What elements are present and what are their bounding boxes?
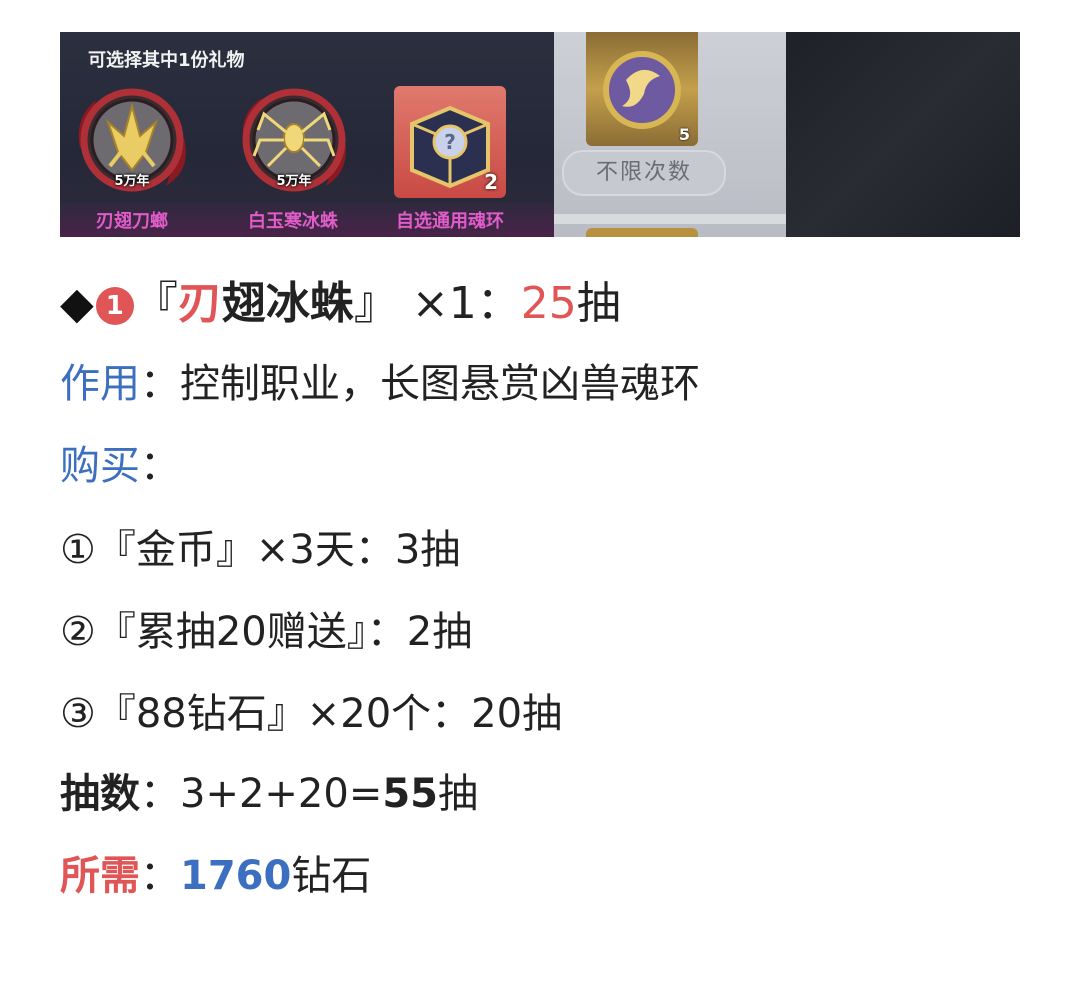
- spider-soul-ring[interactable]: 5万年: [232, 78, 356, 202]
- mantis-soul-ring[interactable]: 5万年: [70, 78, 194, 202]
- purchase-sep: ：: [140, 443, 180, 489]
- side-reward-card[interactable]: 5: [586, 32, 698, 146]
- cost-line: 所需：1760钻石: [60, 852, 371, 900]
- mantis-name-label: 刃翅刀螂: [96, 211, 168, 232]
- item-name-first-char: 刃: [177, 278, 222, 329]
- panel-divider: [554, 214, 786, 224]
- close-bracket: 』: [353, 278, 398, 329]
- number-badge: 1: [95, 287, 134, 325]
- gift-choice-title: 可选择其中1份礼物: [88, 50, 245, 71]
- dark-background-panel: [786, 32, 1020, 237]
- option-line-3: ③『88钻石』×20个：20抽: [60, 691, 563, 737]
- open-bracket: 『: [133, 278, 178, 329]
- cost-value: 1760: [180, 853, 292, 899]
- side-reward-card-next: [586, 228, 698, 237]
- svg-text:?: ?: [444, 130, 456, 154]
- item-name-rest: 翅冰蛛: [221, 278, 354, 329]
- cost-sep: ：: [140, 853, 180, 899]
- side-card-count: 5: [678, 125, 690, 144]
- pull-count: 25: [520, 278, 577, 329]
- side-reward-panel: 5 不限次数: [554, 32, 786, 237]
- cost-label: 所需: [60, 853, 140, 899]
- quantity-text: ×1：: [397, 278, 521, 329]
- game-gift-screenshot: 可选择其中1份礼物 5万年 刃翅刀螂 5万年 白玉寒冰蛛 ? 2 自选通用魂环 …: [60, 32, 1020, 237]
- total-sep: ：: [140, 771, 180, 817]
- pull-unit: 抽: [576, 278, 621, 329]
- purchase-label: 购买: [60, 443, 140, 489]
- option-line-1: ①『金币』×3天：3抽: [60, 527, 461, 573]
- mantis-age-label: 5万年: [114, 174, 150, 189]
- usage-label: 作用: [60, 361, 140, 407]
- usage-sep: ：: [140, 361, 180, 407]
- item-heading: ◆ 1 『刃翅冰蛛』 ×1：25抽: [60, 278, 621, 330]
- total-pulls-line: 抽数：3+2+20=55抽: [60, 770, 478, 818]
- cost-unit: 钻石: [291, 853, 372, 899]
- usage-text: 控制职业，长图悬赏凶兽魂环: [180, 361, 700, 407]
- total-value: 55: [382, 771, 439, 817]
- total-expression: 3+2+20=: [180, 771, 383, 817]
- box-name-label: 自选通用魂环: [396, 211, 504, 232]
- option-line-2: ②『累抽20赠送』：2抽: [60, 609, 473, 655]
- selectable-soul-ring-box[interactable]: ? 2: [394, 86, 506, 198]
- purchase-line: 购买：: [60, 442, 180, 490]
- box-count: 2: [484, 170, 498, 194]
- spider-age-label: 5万年: [276, 174, 312, 189]
- unlimited-times-badge: 不限次数: [562, 150, 726, 196]
- usage-line: 作用：控制职业，长图悬赏凶兽魂环: [60, 360, 700, 408]
- total-label: 抽数: [60, 771, 140, 817]
- total-unit: 抽: [438, 771, 479, 817]
- diamond-bullet-icon: ◆: [60, 278, 94, 329]
- spider-name-label: 白玉寒冰蛛: [248, 211, 338, 232]
